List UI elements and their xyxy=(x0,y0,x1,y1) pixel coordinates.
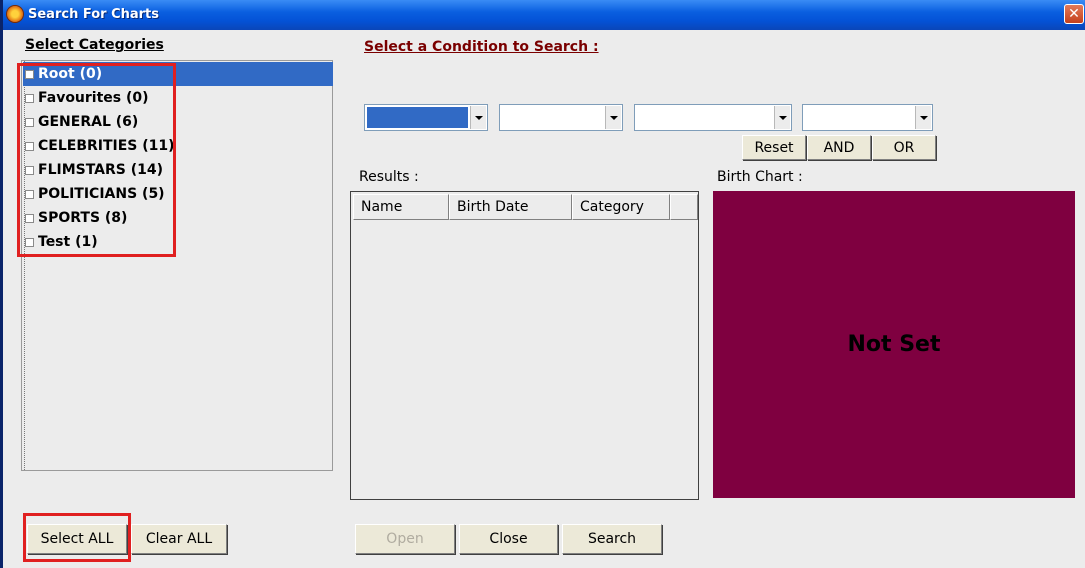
category-item-general[interactable]: GENERAL (6) xyxy=(23,110,323,134)
category-checkbox[interactable] xyxy=(25,69,34,79)
dialog-body: Select Categories Root (0) Favourites (0… xyxy=(6,30,1085,568)
birth-chart-panel: Not Set xyxy=(713,191,1075,498)
column-header-empty[interactable] xyxy=(670,194,698,220)
category-label: Test (1) xyxy=(38,234,98,250)
column-header-name[interactable]: Name xyxy=(353,194,449,220)
condition-combo-4[interactable] xyxy=(802,104,933,131)
condition-combo-3[interactable] xyxy=(634,104,792,131)
category-label: Favourites (0) xyxy=(38,90,149,106)
clear-all-button[interactable]: Clear ALL xyxy=(131,524,227,554)
or-button[interactable]: OR xyxy=(872,135,936,160)
category-item-politicians[interactable]: POLITICIANS (5) xyxy=(23,182,323,206)
category-checkbox[interactable] xyxy=(25,189,34,199)
select-condition-label: Select a Condition to Search : xyxy=(364,39,599,55)
search-for-charts-window: Search For Charts ✕ Select Categories Ro… xyxy=(0,0,1085,568)
select-all-button[interactable]: Select ALL xyxy=(27,524,127,554)
category-item-favourites[interactable]: Favourites (0) xyxy=(23,86,323,110)
category-item-root[interactable]: Root (0) xyxy=(23,62,333,86)
title-bar[interactable]: Search For Charts ✕ xyxy=(3,0,1085,30)
open-button[interactable]: Open xyxy=(355,524,455,554)
category-checkbox[interactable] xyxy=(25,237,34,247)
category-item-test[interactable]: Test (1) xyxy=(23,230,323,254)
birth-chart-label: Birth Chart : xyxy=(717,169,803,185)
condition-combo-2[interactable] xyxy=(499,104,623,131)
close-icon[interactable]: ✕ xyxy=(1064,4,1084,24)
results-label: Results : xyxy=(359,169,419,185)
and-button[interactable]: AND xyxy=(807,135,871,160)
combo-value xyxy=(367,107,468,128)
reset-button[interactable]: Reset xyxy=(742,135,806,160)
category-checkbox[interactable] xyxy=(25,117,34,127)
category-checkbox[interactable] xyxy=(25,213,34,223)
close-button[interactable]: Close xyxy=(459,524,558,554)
condition-combo-1[interactable] xyxy=(364,104,488,131)
select-categories-label: Select Categories xyxy=(25,37,164,53)
category-label: Root (0) xyxy=(38,66,103,82)
category-label: GENERAL (6) xyxy=(38,114,139,130)
category-label: CELEBRITIES (11) xyxy=(38,138,175,154)
categories-tree[interactable]: Root (0) Favourites (0) GENERAL (6) CELE… xyxy=(21,60,333,471)
results-list[interactable]: Name Birth Date Category xyxy=(350,191,699,500)
category-checkbox[interactable] xyxy=(25,93,34,103)
chevron-down-icon[interactable] xyxy=(774,106,790,129)
category-label: SPORTS (8) xyxy=(38,210,128,226)
app-icon xyxy=(7,6,23,22)
chevron-down-icon[interactable] xyxy=(915,106,931,129)
category-checkbox[interactable] xyxy=(25,165,34,175)
category-label: FLIMSTARS (14) xyxy=(38,162,164,178)
category-item-flimstars[interactable]: FLIMSTARS (14) xyxy=(23,158,323,182)
category-item-celebrities[interactable]: CELEBRITIES (11) xyxy=(23,134,323,158)
chevron-down-icon[interactable] xyxy=(605,106,621,129)
search-button[interactable]: Search xyxy=(562,524,662,554)
column-header-birth-date[interactable]: Birth Date xyxy=(449,194,572,220)
birth-chart-status: Not Set xyxy=(847,332,941,357)
column-header-category[interactable]: Category xyxy=(572,194,670,220)
category-label: POLITICIANS (5) xyxy=(38,186,165,202)
category-checkbox[interactable] xyxy=(25,141,34,151)
chevron-down-icon[interactable] xyxy=(470,106,486,129)
window-title: Search For Charts xyxy=(28,7,160,22)
category-item-sports[interactable]: SPORTS (8) xyxy=(23,206,323,230)
